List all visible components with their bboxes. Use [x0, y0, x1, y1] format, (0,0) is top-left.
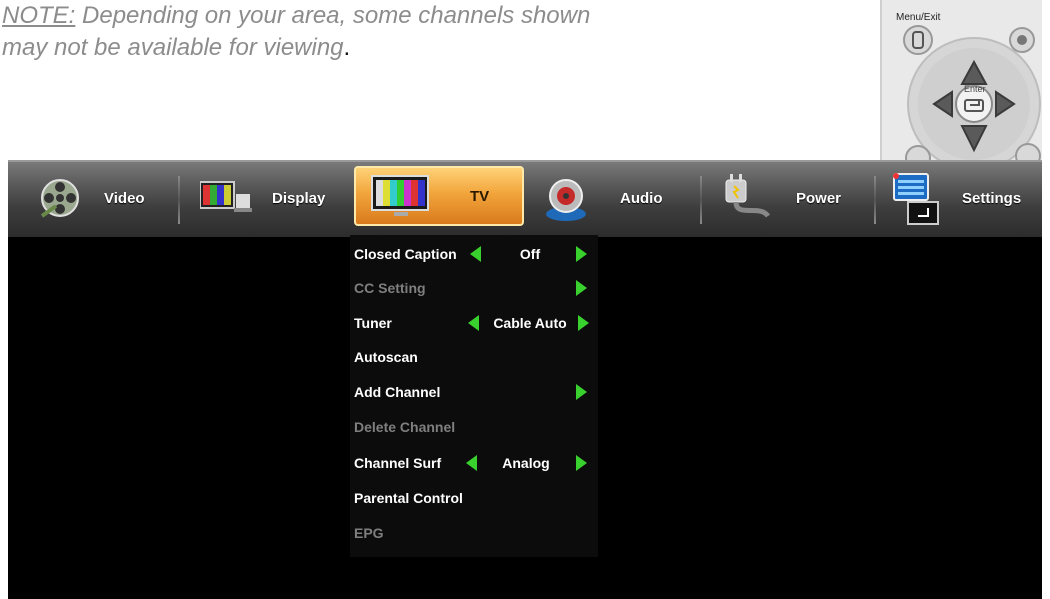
menu-item-add-channel[interactable]: Add Channel [350, 375, 598, 409]
speaker-icon [542, 174, 590, 228]
tab-tv[interactable]: TV [354, 166, 524, 226]
menu-item-tuner[interactable]: Tuner Cable Auto [350, 306, 598, 340]
enter-label: Enter [964, 84, 986, 94]
tab-label-display: Display [272, 190, 326, 207]
power-plug-icon [720, 174, 772, 228]
film-reel-icon [38, 176, 82, 224]
tab-label-video: Video [104, 190, 145, 207]
menu-item-cc-setting[interactable]: CC Setting [350, 271, 598, 305]
closed-caption-value: Off [519, 246, 541, 262]
tv-menu-panel: Closed Caption Off CC Setting Tuner Cabl… [350, 235, 598, 557]
tab-label-audio: Audio [620, 190, 663, 207]
note-label: NOTE: [2, 2, 76, 29]
menu-item-label: Tuner [354, 315, 392, 331]
tab-label-power: Power [796, 190, 842, 207]
note-line1: Depending on your area, some channels sh… [75, 2, 591, 29]
menu-item-label: Closed Caption [354, 246, 457, 262]
menu-item-autoscan[interactable]: Autoscan [350, 340, 598, 374]
channel-surf-value: Analog [502, 455, 550, 471]
menu-item-label: Add Channel [354, 384, 441, 400]
right-arrow-icon[interactable] [576, 246, 587, 262]
menu-exit-label: Menu/Exit [896, 12, 941, 23]
note-line2: may not be available for viewing [2, 34, 344, 61]
tuner-value: Cable Auto [493, 315, 567, 331]
tab-video[interactable]: Video [22, 162, 172, 237]
tab-audio[interactable]: Audio [534, 162, 694, 237]
color-bars-display-icon [199, 180, 254, 222]
menu-item-label: CC Setting [354, 280, 426, 296]
menu-item-delete-channel[interactable]: Delete Channel [350, 410, 598, 444]
menu-item-label: EPG [354, 525, 384, 541]
tv-monitor-icon [370, 174, 432, 224]
menu-item-label: Parental Control [354, 490, 463, 506]
tab-separator [874, 176, 876, 224]
menu-item-label: Autoscan [354, 349, 418, 365]
left-arrow-icon[interactable] [466, 455, 477, 471]
left-arrow-icon[interactable] [468, 315, 479, 331]
note-text: NOTE: Depending on your area, some chann… [2, 0, 842, 64]
tab-display[interactable]: Display [188, 162, 348, 237]
menu-item-closed-caption[interactable]: Closed Caption Off [350, 237, 598, 271]
tab-separator [178, 176, 180, 224]
menu-bar: Video Display TV Audio Power Settings [8, 160, 1042, 237]
tab-power[interactable]: Power [708, 162, 868, 237]
left-arrow-icon[interactable] [470, 246, 481, 262]
menu-item-parental-control[interactable]: Parental Control [350, 481, 598, 515]
right-arrow-icon[interactable] [576, 455, 587, 471]
tab-label-tv: TV [470, 188, 490, 205]
menu-item-epg[interactable]: EPG [350, 516, 598, 550]
menu-item-channel-surf[interactable]: Channel Surf Analog [350, 446, 598, 480]
remote-control-illustration: Menu/Exit Enter [880, 0, 1042, 162]
tab-label-settings: Settings [962, 190, 1022, 207]
menu-item-label: Delete Channel [354, 419, 456, 435]
tv-screen: Video Display TV Audio Power Settings Cl… [8, 160, 1042, 599]
menu-item-label: Channel Surf [354, 455, 442, 471]
settings-monitor-icon [890, 172, 942, 230]
tab-settings[interactable]: Settings [882, 162, 1042, 237]
note-period: . [343, 34, 351, 61]
right-arrow-icon[interactable] [578, 315, 589, 331]
right-arrow-icon[interactable] [576, 384, 587, 400]
right-arrow-icon[interactable] [576, 280, 587, 296]
tab-separator [700, 176, 702, 224]
